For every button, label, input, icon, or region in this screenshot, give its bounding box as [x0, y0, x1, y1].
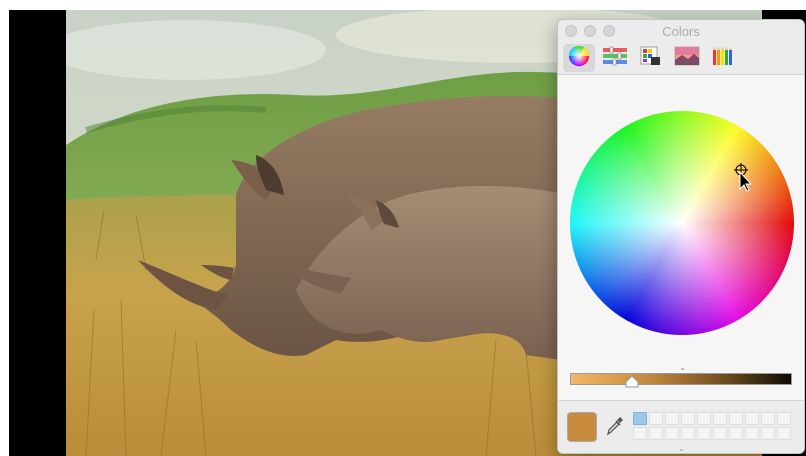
swatch-cell[interactable]	[649, 427, 663, 440]
brightness-slider-knob[interactable]	[625, 375, 639, 388]
swatch-cell[interactable]	[713, 427, 727, 440]
swatch-cell[interactable]	[681, 412, 695, 425]
swatch-cell[interactable]	[729, 427, 743, 440]
image-palettes-tab-icon	[674, 46, 700, 71]
tab-color-palettes[interactable]	[635, 44, 667, 72]
custom-swatches-grid	[633, 412, 791, 440]
swatch-cell[interactable]	[745, 427, 759, 440]
swatch-cell[interactable]	[745, 412, 759, 425]
brightness-slider[interactable]	[570, 373, 792, 385]
tab-color-sliders[interactable]	[599, 44, 631, 72]
brightness-midpoint-marker	[681, 368, 684, 370]
swatch-cell[interactable]	[633, 427, 647, 440]
current-color-well[interactable]	[567, 412, 597, 442]
colors-panel: Colors	[557, 19, 805, 454]
tab-pencils[interactable]	[707, 44, 739, 72]
swatch-cell[interactable]	[649, 412, 663, 425]
swatch-cell[interactable]	[697, 412, 711, 425]
swatch-cell[interactable]	[697, 427, 711, 440]
swatch-cell[interactable]	[633, 412, 647, 425]
colors-titlebar[interactable]: Colors	[558, 20, 804, 42]
tab-image-palettes[interactable]	[671, 44, 703, 72]
colors-bottom-bar	[558, 400, 804, 453]
color-sliders-tab-icon	[602, 45, 628, 72]
color-wheel[interactable]	[570, 111, 794, 335]
swatch-cell[interactable]	[713, 412, 727, 425]
color-palettes-tab-icon	[639, 45, 663, 72]
pencils-tab-icon	[711, 45, 735, 72]
swatch-cell[interactable]	[665, 427, 679, 440]
eyedropper-icon[interactable]	[606, 416, 624, 436]
color-picker-cursor-icon	[734, 163, 754, 193]
swatch-cell[interactable]	[729, 412, 743, 425]
panel-title: Colors	[662, 24, 700, 39]
swatch-cell[interactable]	[665, 412, 679, 425]
swatch-cell[interactable]	[761, 412, 775, 425]
swatch-cell[interactable]	[777, 412, 791, 425]
color-wheel-tab-icon	[568, 45, 590, 72]
tab-color-wheel[interactable]	[563, 44, 595, 72]
swatch-cell[interactable]	[681, 427, 695, 440]
swatch-cell[interactable]	[761, 427, 775, 440]
swatch-cell[interactable]	[777, 427, 791, 440]
colors-content	[558, 75, 804, 453]
resize-handle[interactable]	[680, 449, 683, 451]
colors-toolbar	[558, 42, 804, 75]
